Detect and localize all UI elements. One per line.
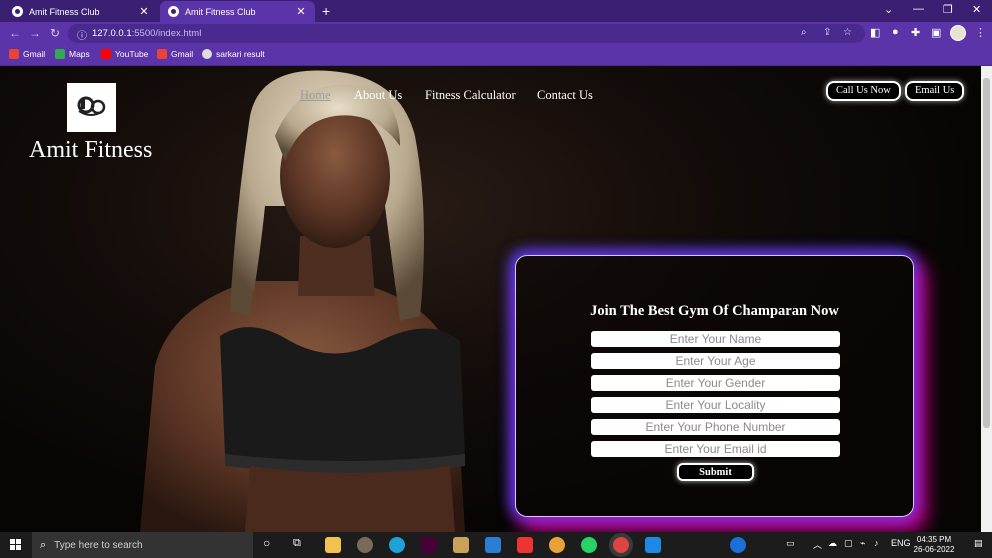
menu-kebab-icon[interactable]: ⋮ — [975, 26, 986, 39]
tab-title: Amit Fitness Club — [185, 6, 256, 17]
search-placeholder: Type here to search — [54, 539, 143, 551]
tab-search-icon[interactable]: ⌄ — [884, 3, 893, 16]
tab-favicon-icon — [168, 6, 179, 17]
minimize-icon[interactable]: — — [913, 3, 924, 15]
network-icon[interactable]: ⌁ — [860, 538, 865, 549]
share-icon[interactable]: ⇪ — [823, 27, 831, 38]
window-close-icon[interactable]: ✕ — [972, 3, 981, 16]
whatsapp-icon[interactable] — [581, 537, 597, 553]
form-title: Join The Best Gym Of Champaran Now — [590, 303, 839, 319]
tab-favicon-icon — [12, 6, 23, 17]
tab-close-icon[interactable]: ✕ — [138, 5, 150, 18]
power-icon[interactable]: ▢ — [844, 538, 853, 549]
globe-icon — [202, 49, 212, 59]
maps-icon — [55, 49, 65, 59]
tab-close-icon[interactable]: ✕ — [295, 5, 307, 18]
git-icon[interactable] — [517, 537, 533, 553]
clock-time: 04:35 PM — [916, 535, 952, 544]
windows-start-icon[interactable] — [10, 539, 22, 551]
toolbar: ← → ↻ ⓘ 127.0.0.1:5500/index.html ⌕ ⇪ ☆ … — [0, 22, 992, 45]
maximize-icon[interactable]: ❐ — [943, 3, 953, 16]
name-field[interactable] — [591, 331, 840, 347]
language-indicator[interactable]: ENG — [891, 538, 911, 548]
email-field[interactable] — [591, 441, 840, 457]
app-circle-icon[interactable] — [357, 537, 373, 553]
help-icon[interactable] — [730, 537, 746, 553]
store-icon[interactable] — [453, 537, 469, 553]
taskbar: ⌕ Type here to search ○ ⧉ ▭ ︿ ☁ ▢ ⌁ ♪ EN… — [0, 532, 992, 558]
translate-extension-icon[interactable]: ◧ — [870, 26, 880, 39]
locality-field[interactable] — [591, 397, 840, 413]
vscode-icon[interactable] — [645, 537, 661, 553]
join-form-card: Join The Best Gym Of Champaran Now Submi… — [515, 255, 914, 517]
reload-icon[interactable]: ↻ — [50, 26, 60, 40]
mic-extension-icon[interactable]: ● — [892, 26, 899, 38]
battery-icon[interactable]: ▭ — [786, 538, 795, 549]
clock-date: 26-06-2022 — [913, 545, 955, 554]
chrome-icon[interactable] — [549, 537, 565, 553]
edge-icon[interactable] — [389, 537, 405, 553]
task-view-icon[interactable]: ⧉ — [293, 537, 301, 550]
chrome-active-icon[interactable] — [613, 537, 629, 553]
clock[interactable]: 04:35 PM 26-06-2022 — [910, 535, 958, 555]
address-bar[interactable]: ⓘ 127.0.0.1:5500/index.html ⌕ ⇪ ☆ — [68, 24, 865, 43]
bookmark-sarkari-result[interactable]: sarkari result — [202, 49, 265, 59]
cortana-icon[interactable]: ○ — [263, 536, 270, 550]
nav-contact-us[interactable]: Contact Us — [537, 88, 593, 103]
nav-fitness-calculator[interactable]: Fitness Calculator — [425, 88, 516, 103]
tray-chevron-icon[interactable]: ︿ — [813, 538, 822, 551]
email-us-button[interactable]: Email Us — [905, 81, 965, 101]
adobe-xd-icon[interactable] — [421, 537, 437, 553]
nav-about-us[interactable]: About Us — [354, 88, 402, 103]
phone-field[interactable] — [591, 419, 840, 435]
url-text: 127.0.0.1:5500/index.html — [92, 28, 202, 39]
new-tab-icon[interactable]: + — [322, 3, 330, 19]
site-info-icon[interactable]: ⓘ — [77, 27, 87, 42]
volume-icon[interactable]: ♪ — [874, 538, 879, 548]
extensions-puzzle-icon[interactable]: ✚ — [911, 26, 920, 39]
age-field[interactable] — [591, 353, 840, 369]
bookmark-gmail-2[interactable]: Gmail — [157, 49, 193, 59]
call-us-now-button[interactable]: Call Us Now — [826, 81, 901, 101]
gmail-icon — [9, 49, 19, 59]
taskbar-search-box[interactable]: ⌕ Type here to search — [32, 532, 253, 558]
back-icon[interactable]: ← — [9, 26, 21, 40]
hero-fitness-woman-image — [140, 70, 465, 532]
bookmark-maps[interactable]: Maps — [55, 49, 90, 59]
submit-button[interactable]: Submit — [677, 463, 754, 481]
zoom-search-icon[interactable]: ⌕ — [801, 27, 807, 38]
file-explorer-icon[interactable] — [325, 537, 341, 553]
mail-icon[interactable] — [485, 537, 501, 553]
bookmark-youtube[interactable]: YouTube — [101, 49, 148, 59]
youtube-icon — [101, 49, 111, 59]
page-scrollbar[interactable] — [981, 66, 992, 532]
side-panel-icon[interactable]: ▣ — [931, 26, 941, 39]
tab-strip: Amit Fitness Club ✕ Amit Fitness Club ✕ … — [0, 0, 992, 22]
notifications-icon[interactable]: ▤ — [974, 538, 983, 549]
dumbbell-logo-icon — [77, 96, 106, 116]
tab-active[interactable]: Amit Fitness Club ✕ — [160, 1, 315, 22]
gender-field[interactable] — [591, 375, 840, 391]
nav-home[interactable]: Home — [300, 88, 331, 103]
gmail-icon — [157, 49, 167, 59]
scrollbar-thumb[interactable] — [983, 78, 990, 428]
profile-avatar[interactable] — [950, 25, 966, 41]
bookmarks-bar: Gmail Maps YouTube Gmail sarkari result — [0, 45, 992, 66]
bookmark-star-icon[interactable]: ☆ — [843, 27, 852, 38]
bookmark-gmail[interactable]: Gmail — [9, 49, 45, 59]
search-icon: ⌕ — [40, 538, 47, 551]
brand-name: Amit Fitness — [29, 137, 153, 163]
forward-icon[interactable]: → — [29, 26, 41, 40]
page-viewport: Amit Fitness Home About Us Fitness Calcu… — [0, 66, 981, 532]
tab-title: Amit Fitness Club — [29, 6, 100, 17]
tab-inactive[interactable]: Amit Fitness Club ✕ — [4, 1, 158, 22]
cloud-icon[interactable]: ☁ — [828, 538, 837, 549]
logo[interactable] — [67, 83, 116, 132]
